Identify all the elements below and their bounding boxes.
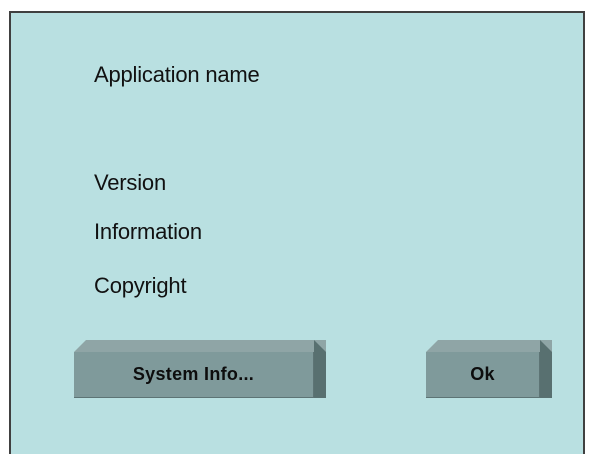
application-name-label: Application name bbox=[94, 62, 260, 87]
ok-button-side-bevel bbox=[540, 340, 552, 398]
system-info-button[interactable]: System Info... bbox=[74, 340, 326, 398]
ok-button-top-bevel bbox=[426, 340, 552, 352]
system-info-button-face[interactable]: System Info... bbox=[74, 352, 314, 398]
ok-button[interactable]: Ok bbox=[426, 340, 552, 398]
information-label: Information bbox=[94, 219, 202, 244]
version-label: Version bbox=[94, 170, 166, 195]
system-info-button-side-bevel bbox=[314, 340, 326, 398]
ok-button-face[interactable]: Ok bbox=[426, 352, 540, 398]
system-info-button-top-bevel bbox=[74, 340, 326, 352]
about-dialog: Application name Version Information Cop… bbox=[9, 11, 585, 454]
copyright-label: Copyright bbox=[94, 273, 187, 298]
